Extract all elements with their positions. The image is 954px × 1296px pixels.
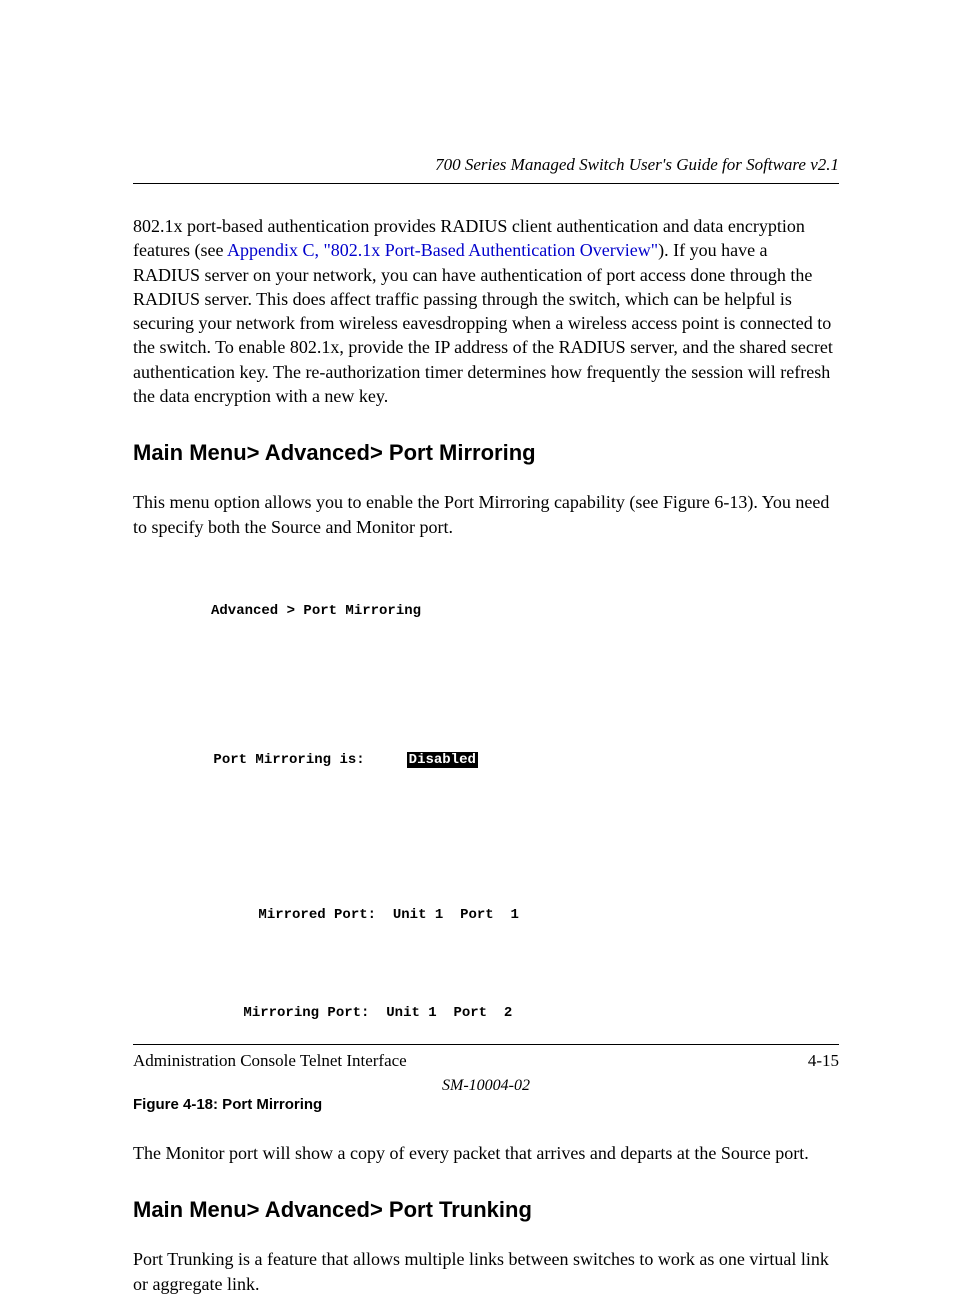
document-number: SM-10004-02 xyxy=(133,1077,839,1095)
document-header: 700 Series Managed Switch User's Guide f… xyxy=(133,155,839,184)
page-footer: Administration Console Telnet Interface … xyxy=(133,1044,839,1095)
heading-port-trunking: Main Menu> Advanced> Port Trunking xyxy=(133,1197,839,1223)
text-after-link: ). If you have a RADIUS server on your n… xyxy=(133,240,833,406)
status-label: Port Mirroring is: xyxy=(213,752,364,768)
port-trunking-paragraph: Port Trunking is a feature that allows m… xyxy=(133,1247,839,1296)
console-breadcrumb: Advanced > Port Mirroring xyxy=(163,602,839,622)
console-screenshot: Advanced > Port Mirroring Port Mirroring… xyxy=(163,563,839,1082)
footer-section-title: Administration Console Telnet Interface xyxy=(133,1051,407,1071)
mirrored-port-value: Unit 1 Port 1 xyxy=(393,907,519,923)
page-number: 4-15 xyxy=(808,1051,839,1071)
intro-paragraph: 802.1x port-based authentication provide… xyxy=(133,214,839,408)
mirrored-port-label: Mirrored Port: xyxy=(258,907,376,923)
mirroring-port-label: Mirroring Port: xyxy=(243,1005,369,1021)
port-mirroring-intro: This menu option allows you to enable th… xyxy=(133,490,839,539)
status-value: Disabled xyxy=(407,752,478,768)
monitor-port-paragraph: The Monitor port will show a copy of eve… xyxy=(133,1141,839,1165)
figure-caption: Figure 4-18: Port Mirroring xyxy=(133,1096,839,1113)
appendix-c-link[interactable]: Appendix C, "802.1x Port-Based Authentic… xyxy=(227,240,658,260)
mirroring-port-value: Unit 1 Port 2 xyxy=(386,1005,512,1021)
heading-port-mirroring: Main Menu> Advanced> Port Mirroring xyxy=(133,440,839,466)
